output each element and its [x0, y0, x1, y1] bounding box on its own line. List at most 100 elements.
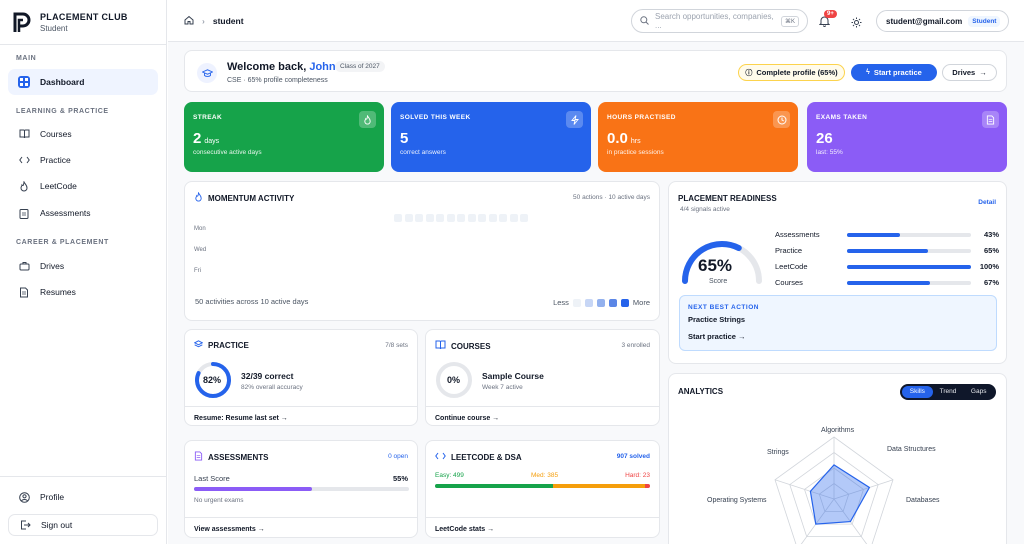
arrow-right-icon: → [979, 68, 987, 77]
skills-radar [774, 436, 894, 544]
document-icon [982, 111, 999, 128]
leetcode-stats-link[interactable]: LeetCode stats → [426, 517, 659, 541]
readiness-sub: 4/4 signals active [680, 206, 730, 213]
sidebar-item-label: Courses [40, 129, 72, 139]
stat-card-exams[interactable]: EXAMS TAKEN 26 last: 55% [807, 102, 1007, 172]
radar-axis-label: Data Structures [887, 446, 936, 453]
class-tag: Class of 2027 [335, 61, 385, 72]
sidebar-item-profile[interactable]: Profile [8, 484, 158, 510]
stat-value: 2 days [193, 130, 220, 147]
stat-sub: consecutive active days [193, 149, 262, 156]
breadcrumb-current[interactable]: student [213, 16, 244, 26]
book-icon [435, 340, 446, 352]
practice-sub: 82% overall accuracy [241, 384, 303, 391]
user-icon [18, 491, 30, 503]
logo-icon [13, 12, 31, 32]
legend-cell [572, 298, 581, 307]
heatmap-cell [478, 214, 486, 222]
momentum-title: MOMENTUM ACTIVITY [208, 193, 295, 203]
complete-profile-label: Complete profile (65%) [756, 68, 838, 77]
stat-card-hours[interactable]: HOURS PRACTISED 0.0 hrs in practice sessi… [598, 102, 798, 172]
assessments-meta: 0 open [388, 453, 408, 460]
document-icon [18, 286, 30, 298]
courses-pct: 0% [447, 375, 461, 385]
sidebar-item-leetcode[interactable]: LeetCode [8, 173, 158, 199]
day-label: Fri [194, 268, 201, 274]
sidebar-item-resumes[interactable]: Resumes [8, 279, 158, 305]
radar-skill-area [809, 464, 871, 525]
heatmap-cell [446, 214, 455, 222]
section-learning-label: LEARNING & PRACTICE [16, 108, 109, 115]
practice-main: 32/39 correct [241, 371, 294, 381]
code-icon [18, 154, 30, 166]
home-icon[interactable] [184, 15, 194, 27]
readiness-bar-fill [847, 264, 971, 269]
clock-icon [773, 111, 790, 128]
sidebar-item-assessments[interactable]: Assessments [8, 200, 158, 226]
radar-axis-label: Operating Systems [707, 497, 767, 504]
detail-link[interactable]: Detail [978, 199, 996, 206]
stat-value: 5 [400, 130, 409, 147]
stat-label: SOLVED THIS WEEK [400, 114, 471, 121]
search-placeholder: Search opportunities, companies, ... [655, 12, 774, 30]
brand[interactable]: PLACEMENT CLUB Student [12, 11, 128, 33]
practice-header: PRACTICE [193, 340, 249, 351]
medium-segment [553, 484, 645, 488]
welcome-sub: CSE · 65% profile completeness [227, 77, 328, 84]
sun-icon[interactable] [851, 15, 862, 33]
user-menu[interactable]: student@gmail.com Student [876, 10, 1009, 32]
signout-button[interactable]: Sign out [8, 514, 158, 536]
day-label: Wed [194, 247, 207, 253]
courses-card: COURSES 3 enrolled 0% Sample Course Week… [425, 329, 660, 426]
sidebar-item-drives[interactable]: Drives [8, 253, 158, 279]
logout-icon [19, 519, 31, 531]
search-input[interactable]: Search opportunities, companies, ... ⌘K [631, 9, 808, 33]
easy-segment [435, 484, 554, 488]
heatmap-cell [509, 214, 518, 222]
radar-axis-label: Databases [906, 497, 940, 504]
brand-sub: Student [40, 23, 68, 33]
last-score-value: 55% [392, 474, 408, 483]
heatmap-cell [436, 214, 444, 222]
view-assessments-link[interactable]: View assessments → [185, 517, 417, 541]
topbar: › student Search opportunities, companie… [168, 0, 1024, 42]
bolt-icon: ϟ [866, 69, 870, 76]
stat-card-streak[interactable]: STREAK 2 days consecutive active days [184, 102, 384, 172]
divider [0, 44, 166, 45]
readiness-card: PLACEMENT READINESS 4/4 signals active D… [668, 181, 1007, 364]
practice-title: PRACTICE [208, 341, 249, 350]
readiness-row: Assessments 43% [775, 230, 999, 239]
readiness-score-label: Score [709, 278, 728, 285]
practice-pct: 82% [203, 375, 222, 385]
assessments-card: ASSESSMENTS 0 open Last Score 55% No urg… [184, 440, 418, 538]
sidebar-item-courses[interactable]: Courses [8, 121, 158, 147]
notification-badge: 9+ [824, 10, 837, 18]
sidebar-item-practice[interactable]: Practice [8, 147, 158, 173]
start-practice-button[interactable]: ϟ Start practice [851, 64, 937, 81]
momentum-footer: 50 activities across 10 active days [195, 297, 309, 306]
readiness-bar-fill [847, 280, 931, 285]
sidebar-item-label: LeetCode [40, 181, 77, 191]
drives-button[interactable]: Drives → [942, 64, 997, 81]
stat-card-solved[interactable]: SOLVED THIS WEEK 5 correct answers [391, 102, 591, 172]
assessments-header: ASSESSMENTS [194, 451, 268, 463]
sidebar-item-label: Resumes [40, 287, 76, 297]
nba-link[interactable]: Start practice → [688, 332, 988, 341]
graduation-cap-icon [197, 63, 217, 83]
legend-less: Less [553, 298, 569, 307]
readiness-score: 65% [698, 256, 733, 275]
flame-icon [194, 191, 203, 204]
sidebar-item-label: Profile [40, 492, 65, 502]
momentum-meta: 50 actions · 10 active days [573, 194, 650, 201]
momentum-card: MOMENTUM ACTIVITY 50 actions · 10 active… [184, 181, 660, 321]
last-score-bar [194, 487, 409, 491]
momentum-header: MOMENTUM ACTIVITY [194, 191, 295, 204]
section-main-label: MAIN [16, 55, 37, 62]
sidebar-item-dashboard[interactable]: Dashboard [8, 69, 158, 95]
welcome-greeting: Welcome back, [227, 61, 307, 73]
stat-label: EXAMS TAKEN [816, 114, 868, 121]
resume-practice-link[interactable]: Resume: Resume last set → [185, 406, 417, 430]
complete-profile-button[interactable]: ⓘ Complete profile (65%) [738, 64, 845, 81]
stat-sub: correct answers [400, 149, 446, 156]
continue-course-link[interactable]: Continue course → [426, 406, 659, 430]
